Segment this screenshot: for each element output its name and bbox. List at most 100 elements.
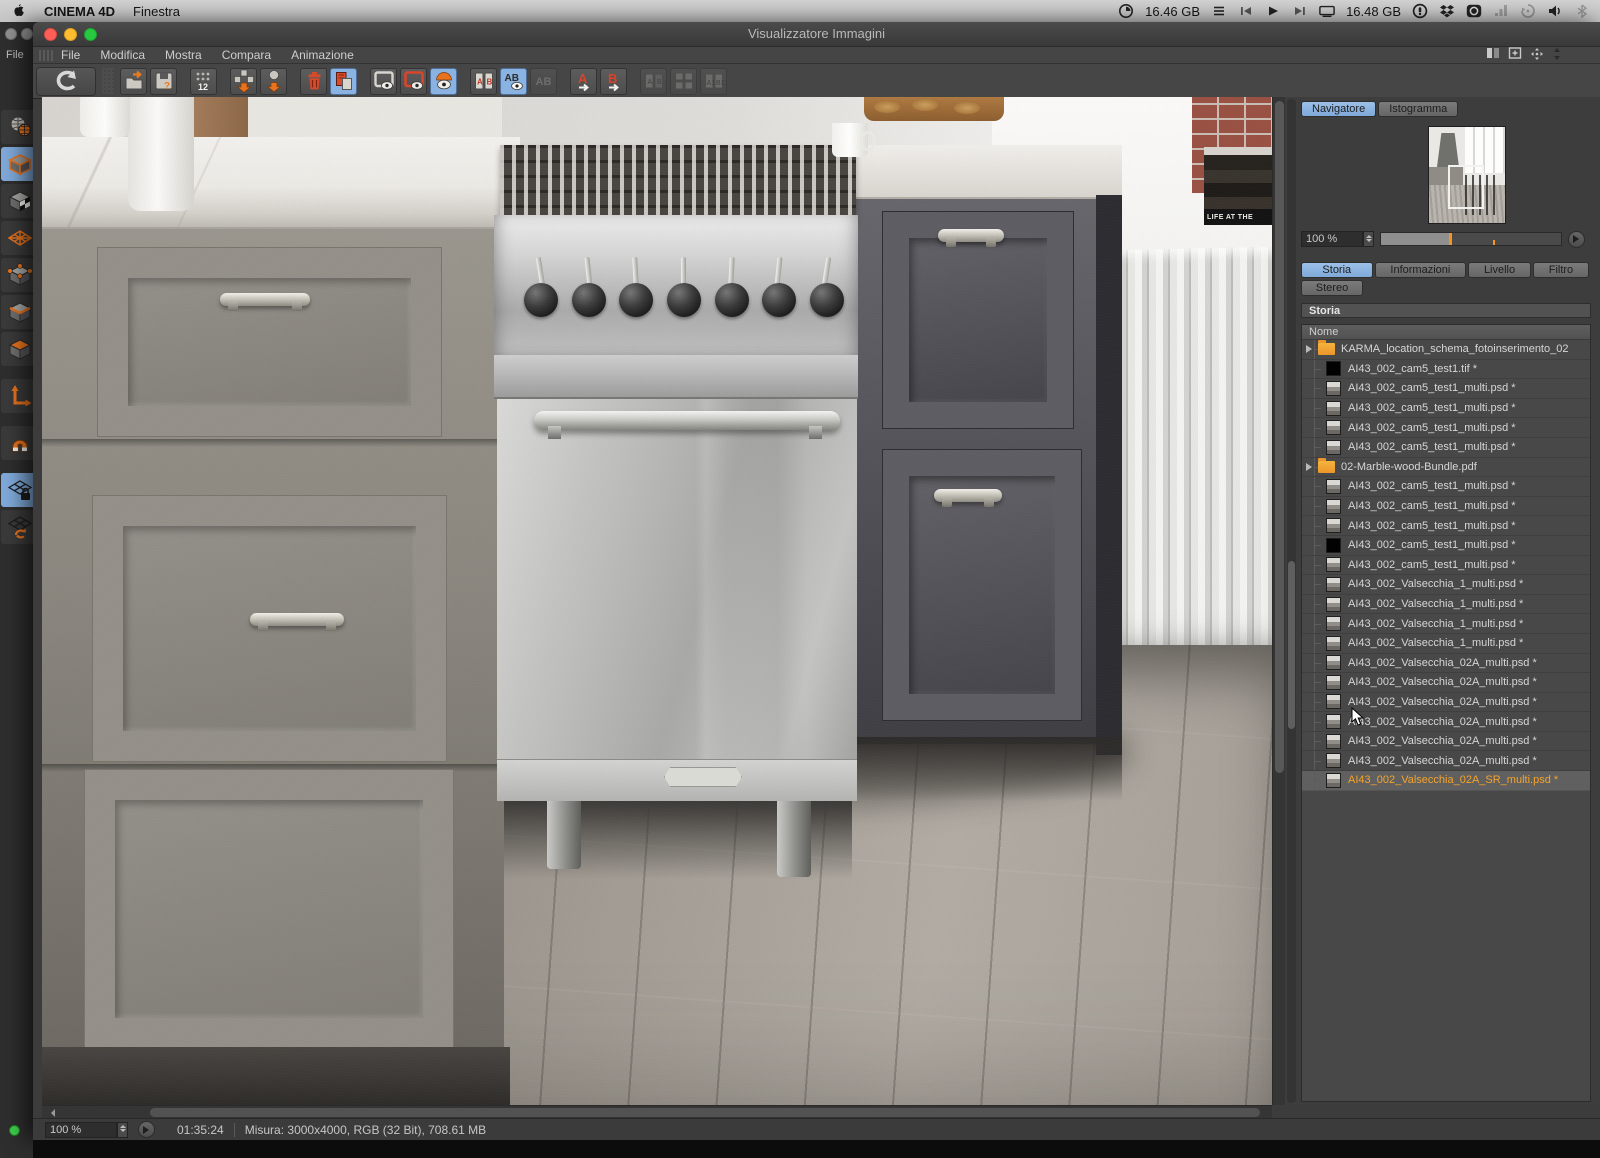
image-viewport[interactable]: LIFE AT THE (42, 97, 1272, 1105)
tab-storia[interactable]: Storia (1301, 262, 1373, 278)
list-icon[interactable] (1211, 3, 1227, 19)
panel-scrollbar-thumb[interactable] (1288, 561, 1295, 729)
next-image-icon[interactable] (260, 68, 287, 95)
show-image-icon[interactable] (370, 68, 397, 95)
history-item[interactable]: AI43_002_Valsecchia_02A_multi.psd * (1302, 751, 1590, 771)
tab-livello[interactable]: Livello (1468, 262, 1531, 278)
panel-scrollbar[interactable] (1287, 99, 1296, 1103)
bluetooth-icon[interactable] (1574, 3, 1590, 19)
column-header-nome[interactable]: Nome (1302, 325, 1590, 340)
zoom-slider-marker[interactable] (1449, 233, 1452, 245)
history-item[interactable]: AI43_002_cam5_test1_multi.psd * (1302, 556, 1590, 576)
history-item[interactable]: AI43_002_Valsecchia_02A_SR_multi.psd * (1302, 771, 1590, 791)
display-icon[interactable] (1319, 3, 1335, 19)
viewer-menu-mostra[interactable]: Mostra (165, 48, 202, 62)
save-icon[interactable]: ? (150, 68, 177, 95)
undo-icon[interactable] (36, 67, 96, 96)
thumbnail (1326, 734, 1341, 749)
status-zoom-stepper[interactable] (117, 1122, 128, 1138)
tab-navigatore[interactable]: Navigatore (1301, 101, 1376, 117)
prev-image-icon[interactable] (230, 68, 257, 95)
zoom-slider[interactable] (1380, 232, 1562, 246)
play-icon[interactable] (1265, 3, 1281, 19)
history-item[interactable]: AI43_002_cam5_test1_multi.psd * (1302, 379, 1590, 399)
navigator-view-rectangle[interactable] (1448, 165, 1484, 209)
timer-icon[interactable] (1118, 3, 1134, 19)
menubar-menu-finestra[interactable]: Finestra (133, 4, 180, 19)
history-item[interactable]: AI43_002_Valsecchia_1_multi.psd * (1302, 634, 1590, 654)
history-item[interactable]: AI43_002_Valsecchia_02A_multi.psd * (1302, 673, 1590, 693)
history-item[interactable]: KARMA_location_schema_fotoinserimento_02 (1302, 340, 1590, 360)
set-image-b-icon[interactable]: B (600, 68, 627, 95)
play-button[interactable] (1568, 231, 1585, 248)
vertical-scrollbar[interactable] (1272, 97, 1285, 1105)
horizontal-scrollbar-thumb[interactable] (150, 1108, 1260, 1117)
status-play-button[interactable] (138, 1121, 155, 1138)
history-item[interactable]: AI43_002_cam5_test1_multi.psd * (1302, 418, 1590, 438)
skip-forward-icon[interactable] (1292, 3, 1308, 19)
ab-compare-icon[interactable]: AB (500, 68, 527, 95)
tab-stereo[interactable]: Stereo (1301, 280, 1363, 296)
history-item[interactable]: AI43_002_Valsecchia_1_multi.psd * (1302, 614, 1590, 634)
add-pane-icon[interactable] (1508, 47, 1522, 64)
split-view-icon[interactable] (1486, 47, 1500, 64)
ab-off-icon[interactable]: AB (530, 68, 557, 95)
history-item[interactable]: AI43_002_cam5_test1.tif * (1302, 360, 1590, 380)
delete-image-icon[interactable] (300, 68, 327, 95)
cabinet-drawer (882, 211, 1074, 429)
tab-informazioni[interactable]: Informazioni (1375, 262, 1467, 278)
zoom-value-box[interactable]: 100 % (1301, 231, 1363, 247)
ab-split-icon[interactable]: AB (470, 68, 497, 95)
bg-traffic-light[interactable] (5, 28, 17, 40)
levels-icon[interactable] (1493, 3, 1509, 19)
viewer-menu-animazione[interactable]: Animazione (291, 48, 354, 62)
history-item[interactable]: AI43_002_Valsecchia_02A_multi.psd * (1302, 654, 1590, 674)
layer-manager-icon[interactable] (330, 68, 357, 95)
drag-grip[interactable] (39, 50, 53, 61)
show-mask-icon[interactable] (430, 68, 457, 95)
zoom-stepper[interactable] (1363, 231, 1374, 247)
menubar-app-name[interactable]: CINEMA 4D (44, 4, 115, 19)
render-queue-icon[interactable]: 12 (190, 68, 217, 95)
move-pane-icon[interactable] (1530, 47, 1544, 64)
bg-file-menu[interactable]: File (6, 49, 24, 61)
scroll-left-arrow-icon[interactable] (47, 1109, 55, 1117)
history-item[interactable]: AI43_002_cam5_test1_multi.psd * (1302, 536, 1590, 556)
bg-traffic-light[interactable] (21, 28, 33, 40)
creative-cloud-icon[interactable] (1466, 3, 1482, 19)
vertical-scrollbar-thumb[interactable] (1275, 101, 1284, 773)
history-item[interactable]: AI43_002_cam5_test1_multi.psd * (1302, 516, 1590, 536)
viewer-menu-file[interactable]: File (61, 48, 80, 62)
tab-istogramma[interactable]: Istogramma (1378, 101, 1458, 117)
viewer-menu-compara[interactable]: Compara (222, 48, 271, 62)
history-item[interactable]: 02-Marble-wood-Bundle.pdf (1302, 458, 1590, 478)
show-border-icon[interactable] (400, 68, 427, 95)
viewer-menu-modifica[interactable]: Modifica (100, 48, 145, 62)
open-icon[interactable] (120, 68, 147, 95)
history-item[interactable]: AI43_002_cam5_test1_multi.psd * (1302, 497, 1590, 517)
volume-icon[interactable] (1547, 3, 1563, 19)
status-zoom-box[interactable]: 100 % (45, 1122, 117, 1138)
link-ab-icon[interactable]: A1B1 (700, 68, 727, 95)
time-machine-icon[interactable] (1520, 3, 1536, 19)
history-item[interactable]: AI43_002_cam5_test1_multi.psd * (1302, 477, 1590, 497)
tab-filtro[interactable]: Filtro (1533, 262, 1589, 278)
history-item[interactable]: AI43_002_Valsecchia_02A_multi.psd * (1302, 693, 1590, 713)
dropbox-icon[interactable] (1439, 3, 1455, 19)
history-item[interactable]: AI43_002_cam5_test1_multi.psd * (1302, 399, 1590, 419)
titlebar[interactable]: Visualizzatore Immagini (33, 22, 1600, 47)
skip-back-icon[interactable] (1238, 3, 1254, 19)
history-item[interactable]: AI43_002_Valsecchia_02A_multi.psd * (1302, 732, 1590, 752)
apple-menu-icon[interactable] (10, 3, 26, 19)
history-item[interactable]: AI43_002_Valsecchia_1_multi.psd * (1302, 595, 1590, 615)
history-item[interactable]: AI43_002_Valsecchia_1_multi.psd * (1302, 575, 1590, 595)
onepassword-icon[interactable] (1412, 3, 1428, 19)
navigator-preview[interactable] (1428, 126, 1506, 224)
grid-ab-icon[interactable] (670, 68, 697, 95)
swap-ab-icon[interactable]: AB (640, 68, 667, 95)
history-item[interactable]: AI43_002_cam5_test1_multi.psd * (1302, 438, 1590, 458)
resize-pane-icon[interactable] (1552, 47, 1562, 64)
history-item[interactable]: AI43_002_Valsecchia_02A_multi.psd * (1302, 712, 1590, 732)
set-image-a-icon[interactable]: A (570, 68, 597, 95)
horizontal-scrollbar[interactable] (42, 1105, 1272, 1118)
